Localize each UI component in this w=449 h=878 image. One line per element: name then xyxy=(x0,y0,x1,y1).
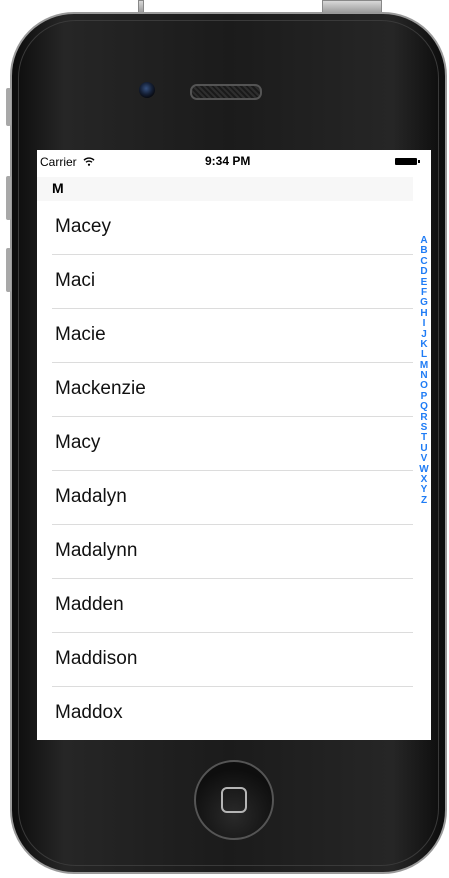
list-item[interactable]: Maddox xyxy=(37,687,413,740)
list-item-label: Macey xyxy=(55,216,111,237)
name-list: Macey Maci Macie Mackenzie Macy Madalyn … xyxy=(37,201,413,740)
list-item[interactable]: Macie xyxy=(37,309,413,363)
list-item[interactable]: Maddison xyxy=(37,633,413,687)
list-item-label: Madalyn xyxy=(55,486,127,507)
list-item-label: Maddox xyxy=(55,702,123,723)
volume-down-button[interactable] xyxy=(6,248,11,292)
carrier-text: Carrier xyxy=(40,155,77,169)
volume-up-button[interactable] xyxy=(6,176,11,220)
list-item-label: Madden xyxy=(55,594,124,615)
list-item[interactable]: Mackenzie xyxy=(37,363,413,417)
list-item[interactable]: Madden xyxy=(37,579,413,633)
home-square-icon xyxy=(221,787,247,813)
home-button[interactable] xyxy=(194,760,274,840)
list-item[interactable]: Macey xyxy=(37,201,413,255)
list-item-label: Madalynn xyxy=(55,540,138,561)
section-header: M xyxy=(37,177,413,201)
list-item[interactable]: Madalynn xyxy=(37,525,413,579)
status-bar: Carrier 9:34 PM xyxy=(37,150,431,170)
list-item-label: Maci xyxy=(55,270,96,291)
earpiece-speaker xyxy=(190,84,262,100)
index-letter-i[interactable]: I xyxy=(417,318,431,329)
list-item[interactable]: Maci xyxy=(37,255,413,309)
list-item-label: Maddison xyxy=(55,648,138,669)
list-item-label: Mackenzie xyxy=(55,378,146,399)
list-item-label: Macie xyxy=(55,324,106,345)
list-item[interactable]: Macy xyxy=(37,417,413,471)
front-camera xyxy=(139,82,155,98)
mute-switch[interactable] xyxy=(6,88,11,126)
screen: Carrier 9:34 PM M Macey Maci Macie Macke… xyxy=(37,150,431,740)
index-letter-z[interactable]: Z xyxy=(417,495,431,506)
list-item[interactable]: Madalyn xyxy=(37,471,413,525)
wifi-icon xyxy=(83,157,95,166)
index-letter-d[interactable]: D xyxy=(417,266,431,277)
section-index[interactable]: A B C D E F G H I J K L M N O P Q R S T … xyxy=(417,235,431,506)
list-item-label: Macy xyxy=(55,432,101,453)
carrier-label: Carrier xyxy=(40,155,95,169)
status-time: 9:34 PM xyxy=(205,154,251,168)
battery-icon xyxy=(395,158,420,165)
section-header-label: M xyxy=(52,180,64,196)
